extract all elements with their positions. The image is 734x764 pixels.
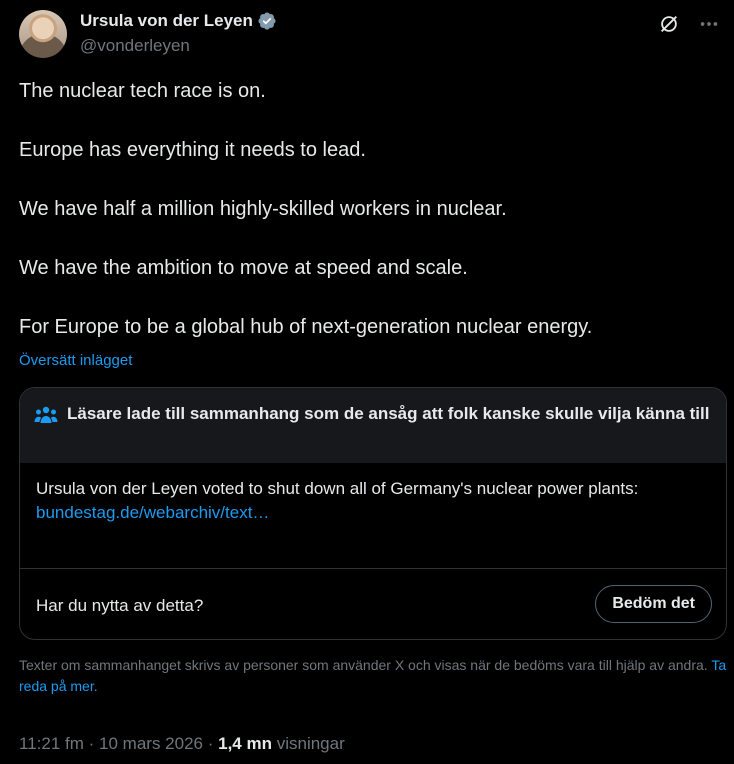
more-options-icon[interactable] [698, 13, 720, 35]
tweet-paragraph: We have the ambition to move at speed an… [19, 257, 468, 279]
community-note-body: Ursula von der Leyen voted to shut down … [20, 463, 726, 569]
meta-separator: · [207, 734, 214, 753]
tweet-paragraph: The nuclear tech race is on. [19, 80, 266, 102]
verified-badge-icon[interactable] [257, 11, 277, 31]
tweet-paragraph: We have half a million highly-skilled wo… [19, 198, 507, 220]
tweet-text: The nuclear tech race is on. Europe has … [19, 78, 719, 340]
community-note: Läsare lade till sammanhang som de ansåg… [19, 387, 727, 640]
author-name[interactable]: Ursula von der Leyen [80, 11, 253, 31]
community-note-source-link[interactable]: bundestag.de/webarchiv/text… [36, 501, 710, 525]
avatar[interactable] [19, 10, 67, 58]
community-note-text: Ursula von der Leyen voted to shut down … [36, 479, 639, 498]
meta-separator: · [88, 734, 95, 753]
tweet-date[interactable]: 10 mars 2026 [99, 734, 203, 753]
tweet-paragraph: For Europe to be a global hub of next-ge… [19, 316, 593, 338]
views-count: 1,4 mn [218, 734, 272, 753]
tweet-paragraph: Europe has everything it needs to lead. [19, 139, 366, 161]
people-icon [34, 406, 58, 423]
community-note-header: Läsare lade till sammanhang som de ansåg… [20, 388, 726, 463]
helpful-question: Har du nytta av detta? [36, 596, 204, 615]
tweet-meta: 11:21 fm · 10 mars 2026 · 1,4 mn visning… [19, 734, 345, 754]
tweet-header: Ursula von der Leyen @vonderleyen [19, 10, 722, 62]
disclaimer-text: Texter om sammanhanget skrivs av persone… [19, 657, 708, 673]
rate-it-button[interactable]: Bedöm det [595, 585, 712, 623]
tweet-time[interactable]: 11:21 fm [19, 734, 84, 753]
author-handle[interactable]: @vonderleyen [80, 36, 190, 56]
translate-post-link[interactable]: Översätt inlägget [19, 352, 132, 369]
views-label: visningar [276, 734, 345, 753]
grok-icon[interactable] [658, 13, 680, 35]
community-note-footer: Har du nytta av detta? Bedöm det [20, 569, 726, 639]
community-note-title: Läsare lade till sammanhang som de ansåg… [67, 404, 710, 423]
author-name-row: Ursula von der Leyen [80, 11, 277, 31]
community-notes-disclaimer: Texter om sammanhanget skrivs av persone… [19, 655, 729, 697]
